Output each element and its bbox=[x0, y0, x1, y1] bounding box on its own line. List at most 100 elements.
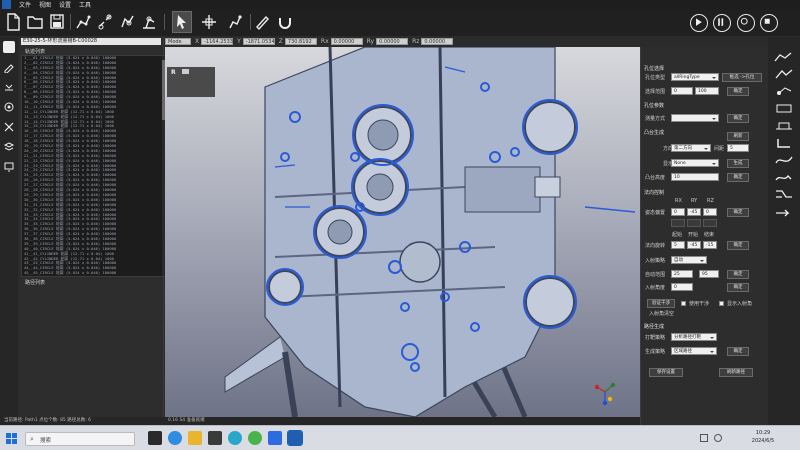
save-settings-button[interactable]: 保存设置 bbox=[649, 368, 683, 377]
workpiece-icon[interactable] bbox=[773, 102, 795, 114]
display-select[interactable]: None bbox=[671, 159, 719, 167]
cad-app-icon[interactable] bbox=[287, 430, 303, 446]
refresh-button[interactable]: 刷新 bbox=[727, 132, 749, 141]
hole-tool-icon[interactable] bbox=[3, 41, 15, 53]
measure-confirm-button[interactable]: 确定 bbox=[727, 114, 749, 123]
track-row[interactable]: 45__45_CIRCLE 轮廓 (5.024 x 0.046) 100000 bbox=[22, 270, 166, 276]
range-min-field[interactable]: 0 bbox=[671, 87, 693, 95]
file-explorer-icon[interactable] bbox=[188, 431, 202, 445]
entry-mode-select[interactable]: 自动 bbox=[671, 256, 707, 264]
ruler-icon[interactable] bbox=[253, 12, 271, 32]
edit-path-icon[interactable] bbox=[3, 61, 15, 74]
open-folder-icon[interactable] bbox=[26, 12, 44, 32]
mode-select[interactable]: Mode bbox=[165, 38, 191, 45]
tool-view-icon[interactable] bbox=[773, 68, 795, 80]
layers-icon[interactable] bbox=[3, 141, 15, 153]
offset-ry-field[interactable]: -45 bbox=[687, 208, 701, 216]
boss-confirm-button[interactable]: 确定 bbox=[727, 173, 749, 182]
magnet-icon[interactable] bbox=[276, 12, 294, 32]
coord-ry-field[interactable]: 0.00000 bbox=[376, 38, 409, 45]
path-export-icon[interactable] bbox=[773, 205, 795, 217]
rotate-start-field[interactable]: 5 bbox=[671, 241, 685, 249]
record-button[interactable] bbox=[737, 14, 755, 32]
measure-icon[interactable] bbox=[3, 81, 15, 93]
network-icon[interactable] bbox=[700, 434, 708, 442]
track-list[interactable]: 1___01_CIRCLE 轮廓 (5.024 x 0.046) 100000 2… bbox=[21, 55, 167, 277]
use-collision-checkbox[interactable] bbox=[681, 301, 686, 306]
view-mini-toggle[interactable] bbox=[182, 69, 189, 74]
menu-settings[interactable]: 设置 bbox=[59, 0, 71, 9]
offset-rz-field[interactable]: 0 bbox=[703, 208, 717, 216]
coord-rz-field[interactable]: 0.00000 bbox=[421, 38, 454, 45]
entry-angle-field[interactable]: 0 bbox=[671, 283, 693, 291]
menu-tools[interactable]: 工具 bbox=[79, 0, 91, 9]
stop-button[interactable] bbox=[760, 14, 778, 32]
range-confirm-button[interactable]: 确定 bbox=[727, 87, 749, 96]
robot-gripper-icon[interactable] bbox=[226, 12, 244, 32]
print-policy-select[interactable]: 分析路径打靶 bbox=[671, 333, 717, 341]
show-entry-checkbox[interactable] bbox=[719, 301, 724, 306]
path-title[interactable]: E30-25-5-环形流量槽B-C00028 bbox=[21, 38, 161, 45]
path-edit-icon[interactable] bbox=[773, 171, 795, 183]
robot-view-icon[interactable] bbox=[773, 51, 795, 63]
play-button[interactable] bbox=[690, 14, 708, 32]
generate-button[interactable]: 生成 bbox=[727, 159, 749, 168]
3d-viewport[interactable]: R bbox=[165, 47, 640, 417]
collision-icon[interactable] bbox=[3, 101, 15, 113]
taskbar-search[interactable]: ⌕ 搜索 bbox=[25, 432, 135, 446]
offset-rz-field-2[interactable] bbox=[703, 219, 717, 227]
offset-rx-field[interactable]: 0 bbox=[671, 208, 685, 216]
auto-range-min[interactable]: 25 bbox=[671, 270, 693, 278]
volume-icon[interactable] bbox=[714, 434, 722, 442]
select-cursor-icon[interactable] bbox=[172, 11, 192, 33]
search-app-icon[interactable] bbox=[228, 431, 242, 445]
new-file-icon[interactable] bbox=[4, 12, 22, 32]
path-merge-icon[interactable] bbox=[773, 188, 795, 200]
link-tool-icon[interactable] bbox=[96, 12, 114, 32]
wechat-icon[interactable] bbox=[248, 431, 262, 445]
pause-button[interactable] bbox=[713, 14, 731, 32]
save-icon[interactable] bbox=[48, 12, 66, 32]
menu-view[interactable]: 视图 bbox=[39, 0, 51, 9]
auto-range-confirm-button[interactable]: 确定 bbox=[727, 270, 749, 279]
monitor-icon[interactable] bbox=[3, 161, 15, 173]
offset-rx-field-2[interactable] bbox=[671, 219, 685, 227]
robot-arm-icon[interactable] bbox=[74, 12, 92, 32]
offset-ry-field-2[interactable] bbox=[687, 219, 701, 227]
measure-mode-select[interactable] bbox=[671, 114, 719, 122]
hole-type-select[interactable]: allRingType bbox=[671, 73, 719, 81]
entry-angle-confirm-button[interactable]: 确定 bbox=[727, 283, 749, 292]
rotate-open-field[interactable]: -45 bbox=[687, 241, 701, 249]
verify-collision-button[interactable]: 验证干涉 bbox=[647, 299, 675, 308]
coord-y-field[interactable]: -1871.0534 bbox=[242, 38, 275, 45]
robot-joint-icon[interactable] bbox=[140, 12, 158, 32]
gen-policy-select[interactable]: 区域路径 bbox=[671, 347, 717, 355]
edge-browser-icon[interactable] bbox=[168, 431, 182, 445]
box-select-button[interactable]: 框选 ->孔位 bbox=[722, 73, 762, 82]
fixture-icon[interactable] bbox=[773, 119, 795, 131]
store-icon[interactable] bbox=[208, 431, 222, 445]
move-axis-icon[interactable] bbox=[200, 12, 218, 32]
path-confirm-button[interactable]: 确定 bbox=[727, 347, 749, 356]
offset-confirm-button[interactable]: 确定 bbox=[727, 208, 749, 217]
task-view-icon[interactable] bbox=[148, 431, 162, 445]
coord-x-field[interactable]: -1164.2533 bbox=[201, 38, 234, 45]
auto-range-max[interactable]: 95 bbox=[699, 270, 719, 278]
windows-start-icon[interactable] bbox=[6, 433, 17, 444]
refresh-path-button[interactable]: 刷新路径 bbox=[719, 368, 753, 377]
menu-file[interactable]: 文件 bbox=[19, 0, 31, 9]
boss-height-field[interactable]: 10 bbox=[671, 173, 719, 181]
spacing-field[interactable]: 5 bbox=[727, 144, 749, 152]
coord-rx-field[interactable]: 0.00000 bbox=[330, 38, 363, 45]
range-max-field[interactable]: 100 bbox=[695, 87, 719, 95]
rotate-confirm-button[interactable]: 确定 bbox=[727, 241, 749, 250]
direction-select[interactable]: 第二方向 bbox=[671, 144, 711, 152]
coord-z-field[interactable]: 730.8192 bbox=[284, 38, 317, 45]
delete-icon[interactable] bbox=[3, 121, 15, 133]
arm-pose-icon[interactable] bbox=[773, 85, 795, 97]
clock[interactable]: 10:29 2024/6/5 bbox=[743, 429, 783, 445]
bracket-icon[interactable] bbox=[773, 137, 795, 149]
teach-tool-icon[interactable] bbox=[118, 12, 136, 32]
app-icon[interactable] bbox=[268, 431, 282, 445]
rotate-end-field[interactable]: -15 bbox=[703, 241, 717, 249]
